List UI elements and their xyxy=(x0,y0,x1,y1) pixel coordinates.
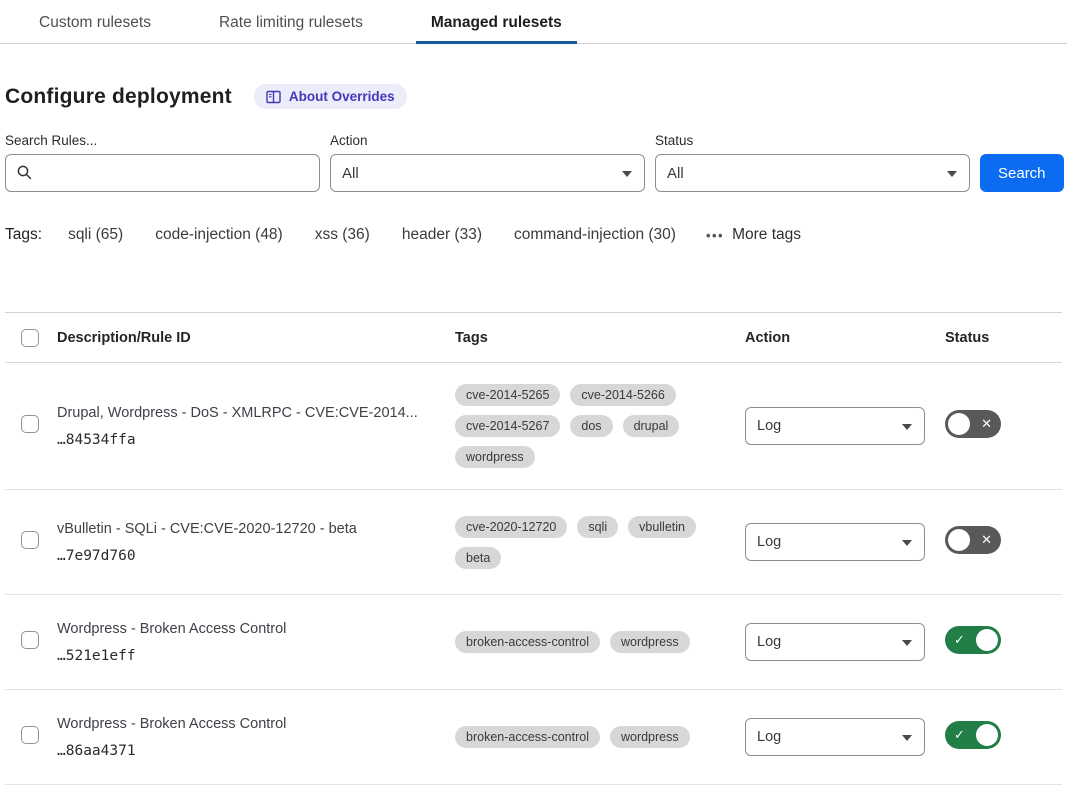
tag-pill: broken-access-control xyxy=(455,631,600,653)
rule-description: vBulletin - SQLi - CVE:CVE-2020-12720 - … xyxy=(57,520,431,539)
toggle-state-icon: ✓ xyxy=(954,728,965,741)
rule-id: …84534ffa xyxy=(57,432,431,448)
rule-id: …7e97d760 xyxy=(57,548,431,564)
tag-pill: sqli xyxy=(577,516,618,538)
action-filter-select[interactable]: All xyxy=(330,154,645,192)
row-checkbox[interactable] xyxy=(21,531,39,549)
toggle-state-icon: ✓ xyxy=(954,633,965,646)
column-header-description: Description/Rule ID xyxy=(57,330,455,346)
tag-pill: wordpress xyxy=(610,631,690,653)
toggle-state-icon: ✕ xyxy=(981,417,992,430)
tag-filter-link[interactable]: xss (36) xyxy=(315,226,370,244)
table-row: Drupal, Wordpress - DoS - XMLRPC - CVE:C… xyxy=(5,363,1062,490)
tags-label: Tags: xyxy=(5,226,42,244)
ellipsis-icon: ••• xyxy=(706,228,724,243)
status-toggle[interactable]: ✕ xyxy=(945,410,1001,438)
search-rules-label: Search Rules... xyxy=(5,133,320,148)
about-overrides-badge[interactable]: About Overrides xyxy=(254,84,407,109)
about-overrides-label: About Overrides xyxy=(289,89,395,104)
search-icon xyxy=(16,164,33,181)
rule-tags: cve-2014-5265 cve-2014-5266 cve-2014-5267 d… xyxy=(455,370,745,482)
tab-custom-rulesets[interactable]: Custom rulesets xyxy=(24,8,166,43)
toggle-knob xyxy=(948,529,970,551)
toggle-knob xyxy=(948,413,970,435)
tag-pill: cve-2014-5265 xyxy=(455,384,560,406)
tag-pill: cve-2014-5266 xyxy=(570,384,675,406)
rule-id: …86aa4371 xyxy=(57,743,431,759)
tag-pill: vbulletin xyxy=(628,516,696,538)
status-filter-select[interactable]: All xyxy=(655,154,970,192)
table-row: Wordpress - Broken Access Control …86aa4… xyxy=(5,690,1062,785)
tag-filter-link[interactable]: header (33) xyxy=(402,226,482,244)
rule-description: Drupal, Wordpress - DoS - XMLRPC - CVE:C… xyxy=(57,404,431,423)
rules-table: Description/Rule ID Tags Action Status D… xyxy=(5,312,1062,785)
toggle-knob xyxy=(976,724,998,746)
tag-pill: drupal xyxy=(623,415,680,437)
rule-tags: cve-2020-12720 sqli vbulletin beta xyxy=(455,502,745,583)
row-action-select[interactable]: Log xyxy=(745,623,925,661)
row-action-select[interactable]: Log xyxy=(745,407,925,445)
table-row: vBulletin - SQLi - CVE:CVE-2020-12720 - … xyxy=(5,490,1062,595)
more-tags-button[interactable]: ••• More tags xyxy=(706,226,801,244)
tag-pill: cve-2020-12720 xyxy=(455,516,567,538)
tag-filter-link[interactable]: command-injection (30) xyxy=(514,226,676,244)
status-toggle[interactable]: ✓ xyxy=(945,721,1001,749)
more-tags-label: More tags xyxy=(732,226,801,244)
select-all-checkbox[interactable] xyxy=(21,329,39,347)
search-rules-input[interactable] xyxy=(5,154,320,192)
tags-bar: Tags: sqli (65) code-injection (48) xss (3… xyxy=(5,226,1062,244)
status-toggle[interactable]: ✓ xyxy=(945,626,1001,654)
page-header: Configure deployment About Overrides xyxy=(5,84,1062,109)
action-filter-label: Action xyxy=(330,133,645,148)
row-action-select[interactable]: Log xyxy=(745,523,925,561)
tag-filter-link[interactable]: sqli (65) xyxy=(68,226,123,244)
column-header-tags: Tags xyxy=(455,330,745,346)
toggle-knob xyxy=(976,629,998,651)
tag-pill: dos xyxy=(570,415,612,437)
tag-pill: beta xyxy=(455,547,501,569)
row-checkbox[interactable] xyxy=(21,726,39,744)
table-row: Wordpress - Broken Access Control …521e1… xyxy=(5,595,1062,690)
tag-pill: wordpress xyxy=(455,446,535,468)
tag-pill: cve-2014-5267 xyxy=(455,415,560,437)
rule-tags: broken-access-control wordpress xyxy=(455,712,745,762)
tag-pill: broken-access-control xyxy=(455,726,600,748)
search-button[interactable]: Search xyxy=(980,154,1064,192)
book-icon xyxy=(266,90,281,104)
column-header-status: Status xyxy=(945,330,1062,346)
filter-bar: Search Rules... Action All Status xyxy=(5,133,1062,192)
status-toggle[interactable]: ✕ xyxy=(945,526,1001,554)
rule-tags: broken-access-control wordpress xyxy=(455,617,745,667)
rule-description: Wordpress - Broken Access Control xyxy=(57,715,431,734)
tab-managed-rulesets[interactable]: Managed rulesets xyxy=(416,8,577,43)
tag-filter-link[interactable]: code-injection (48) xyxy=(155,226,283,244)
tab-rate-limiting-rulesets[interactable]: Rate limiting rulesets xyxy=(204,8,378,43)
column-header-action: Action xyxy=(745,330,945,346)
row-checkbox[interactable] xyxy=(21,415,39,433)
status-filter-label: Status xyxy=(655,133,970,148)
rule-id: …521e1eff xyxy=(57,648,431,664)
toggle-state-icon: ✕ xyxy=(981,533,992,546)
table-header-row: Description/Rule ID Tags Action Status xyxy=(5,313,1062,363)
row-checkbox[interactable] xyxy=(21,631,39,649)
ruleset-tabs: Custom rulesets Rate limiting rulesets Man… xyxy=(0,0,1067,44)
rule-description: Wordpress - Broken Access Control xyxy=(57,620,431,639)
tag-pill: wordpress xyxy=(610,726,690,748)
row-action-select[interactable]: Log xyxy=(745,718,925,756)
page-title: Configure deployment xyxy=(5,85,232,109)
